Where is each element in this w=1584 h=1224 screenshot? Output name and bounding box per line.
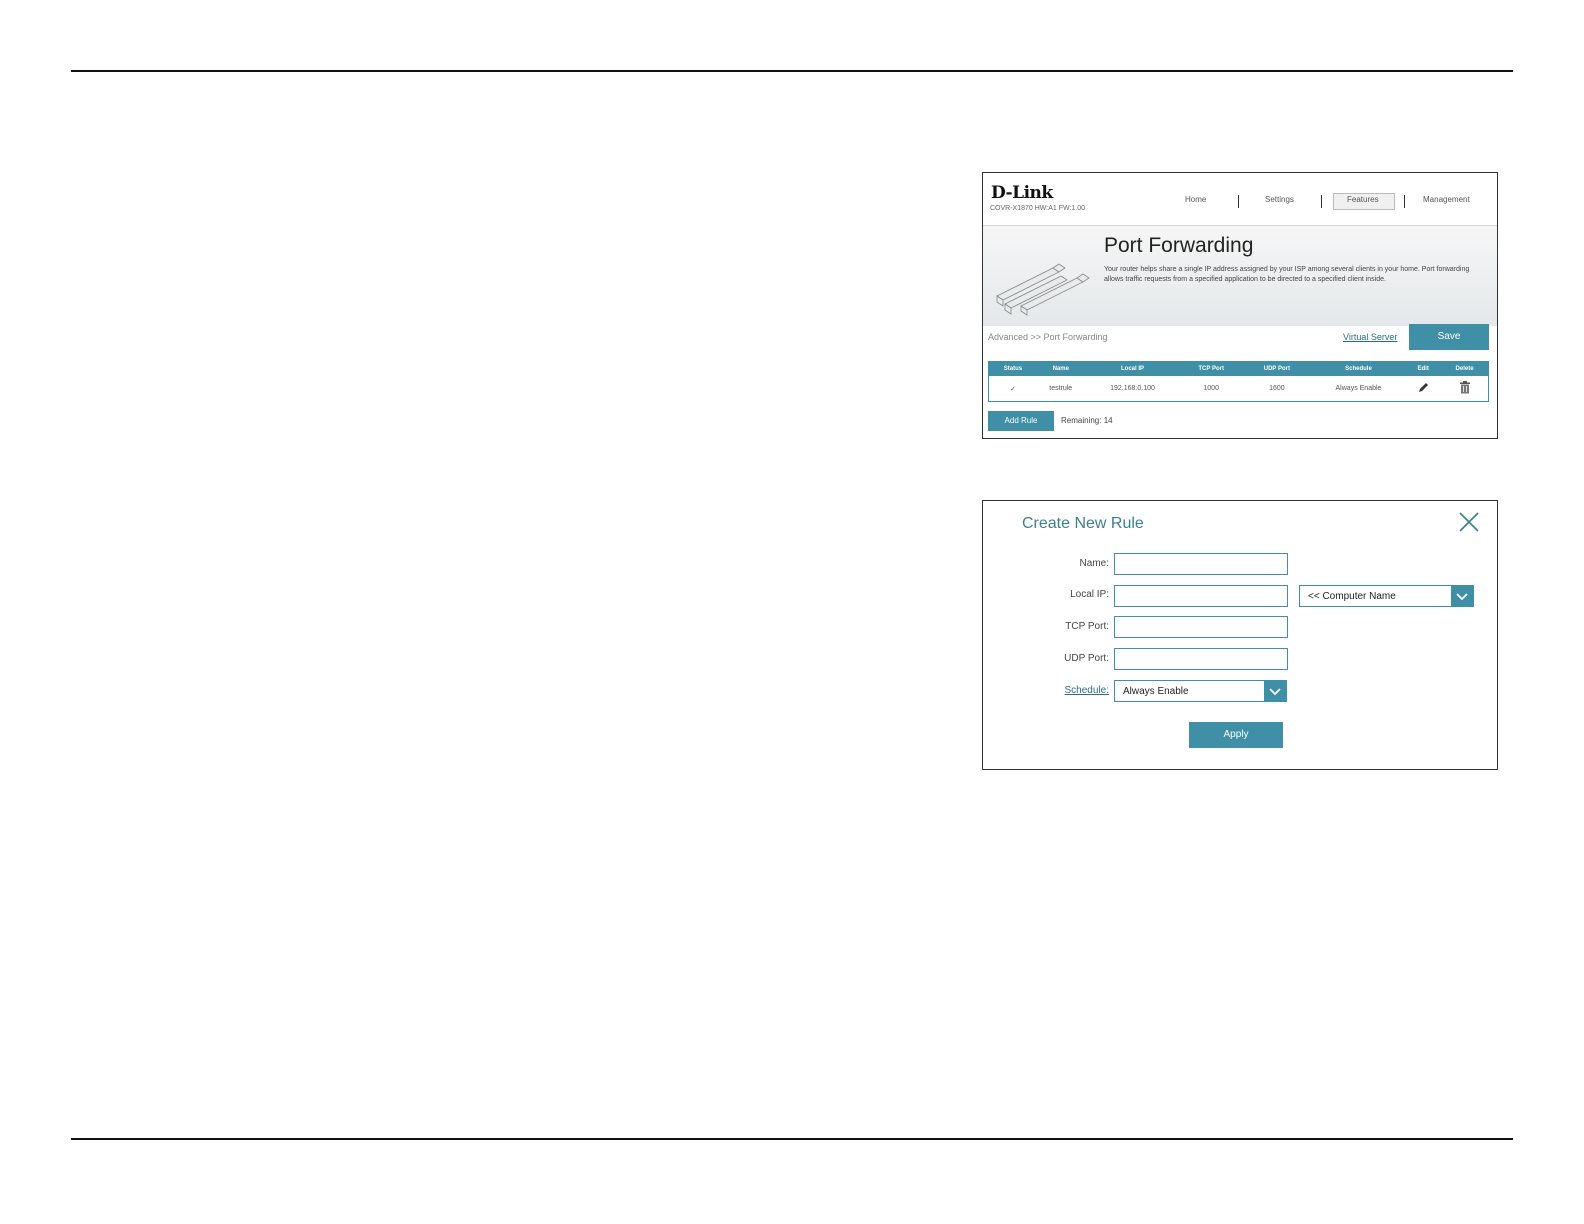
column-header: Status xyxy=(988,361,1037,376)
local-ip-cell: 192.168.0.100 xyxy=(1084,376,1181,402)
name-label: Name: xyxy=(1079,558,1109,569)
computer-name-select-value: << Computer Name xyxy=(1308,591,1396,602)
local-ip-label: Local IP: xyxy=(1070,589,1109,600)
column-header: TCP Port xyxy=(1180,361,1243,376)
chevron-down-icon xyxy=(1451,586,1473,606)
column-header: Schedule xyxy=(1311,361,1406,376)
dialog-title: Create New Rule xyxy=(1022,515,1144,532)
nav-separator xyxy=(1404,195,1405,208)
delete-cell xyxy=(1441,376,1489,402)
pencil-icon[interactable] xyxy=(1417,382,1429,394)
tcp-port-input[interactable] xyxy=(1114,616,1288,638)
udp-port-label: UDP Port: xyxy=(1064,653,1109,664)
schedule-link[interactable]: Schedule: xyxy=(983,685,1109,696)
port-forwarding-screenshot: D-Link COVR-X1870 HW:A1 FW:1.00 Home Set… xyxy=(982,172,1498,439)
schedule-cell: Always Enable xyxy=(1311,376,1406,402)
header-bar: D-Link COVR-X1870 HW:A1 FW:1.00 Home Set… xyxy=(983,173,1497,225)
apply-button[interactable]: Apply xyxy=(1189,722,1283,748)
edit-cell xyxy=(1405,376,1442,402)
tcp-port-label: TCP Port: xyxy=(1065,621,1109,632)
page-description: Your router helps share a single IP addr… xyxy=(1104,266,1470,283)
create-rule-dialog: Create New Rule Name: Local IP: << Compu… xyxy=(982,500,1498,770)
local-ip-input[interactable] xyxy=(1114,585,1288,607)
schedule-select-value: Always Enable xyxy=(1123,686,1189,697)
page-title: Port Forwarding xyxy=(1104,234,1254,257)
table-header-row: Status Name Local IP TCP Port UDP Port S… xyxy=(988,361,1489,376)
name-input[interactable] xyxy=(1114,553,1288,575)
table-row: ✓ testrule 192.168.0.100 1000 1600 Alway… xyxy=(988,376,1489,402)
column-header: Edit xyxy=(1405,361,1442,376)
dlink-logo: D-Link xyxy=(991,183,1053,203)
remaining-rules-count: Remaining: 14 xyxy=(1061,416,1113,425)
column-header: Delete xyxy=(1441,361,1489,376)
column-header: Name xyxy=(1036,361,1085,376)
rule-name-cell: testrule xyxy=(1036,376,1085,402)
bottom-rule xyxy=(71,1138,1513,1140)
breadcrumb: Advanced >> Port Forwarding xyxy=(988,332,1108,342)
virtual-server-link[interactable]: Virtual Server xyxy=(1343,332,1397,342)
add-rule-button[interactable]: Add Rule xyxy=(988,411,1054,431)
device-model: COVR-X1870 HW:A1 FW:1.00 xyxy=(990,205,1086,212)
udp-port-input[interactable] xyxy=(1114,648,1288,670)
udp-port-cell: 1600 xyxy=(1242,376,1312,402)
save-button[interactable]: Save xyxy=(1409,324,1489,350)
tcp-port-cell: 1000 xyxy=(1180,376,1243,402)
hero-banner: Port Forwarding Your router helps share … xyxy=(983,225,1497,326)
trash-icon[interactable] xyxy=(1459,381,1471,394)
nav-home[interactable]: Home xyxy=(1185,195,1206,204)
port-forwarding-illustration xyxy=(996,263,1090,316)
top-rule xyxy=(71,70,1513,72)
computer-name-select[interactable]: << Computer Name xyxy=(1299,585,1474,607)
status-checkbox[interactable]: ✓ xyxy=(988,376,1037,402)
chevron-down-icon xyxy=(1264,681,1286,701)
close-icon[interactable] xyxy=(1457,510,1481,534)
schedule-select[interactable]: Always Enable xyxy=(1114,680,1287,702)
column-header: UDP Port xyxy=(1242,361,1312,376)
column-header: Local IP xyxy=(1084,361,1181,376)
nav-separator xyxy=(1321,195,1322,208)
nav-features[interactable]: Features xyxy=(1347,195,1379,204)
nav-settings[interactable]: Settings xyxy=(1265,195,1294,204)
nav-management[interactable]: Management xyxy=(1423,195,1470,204)
port-forwarding-table: Status Name Local IP TCP Port UDP Port S… xyxy=(988,361,1489,402)
nav-separator xyxy=(1238,195,1239,208)
